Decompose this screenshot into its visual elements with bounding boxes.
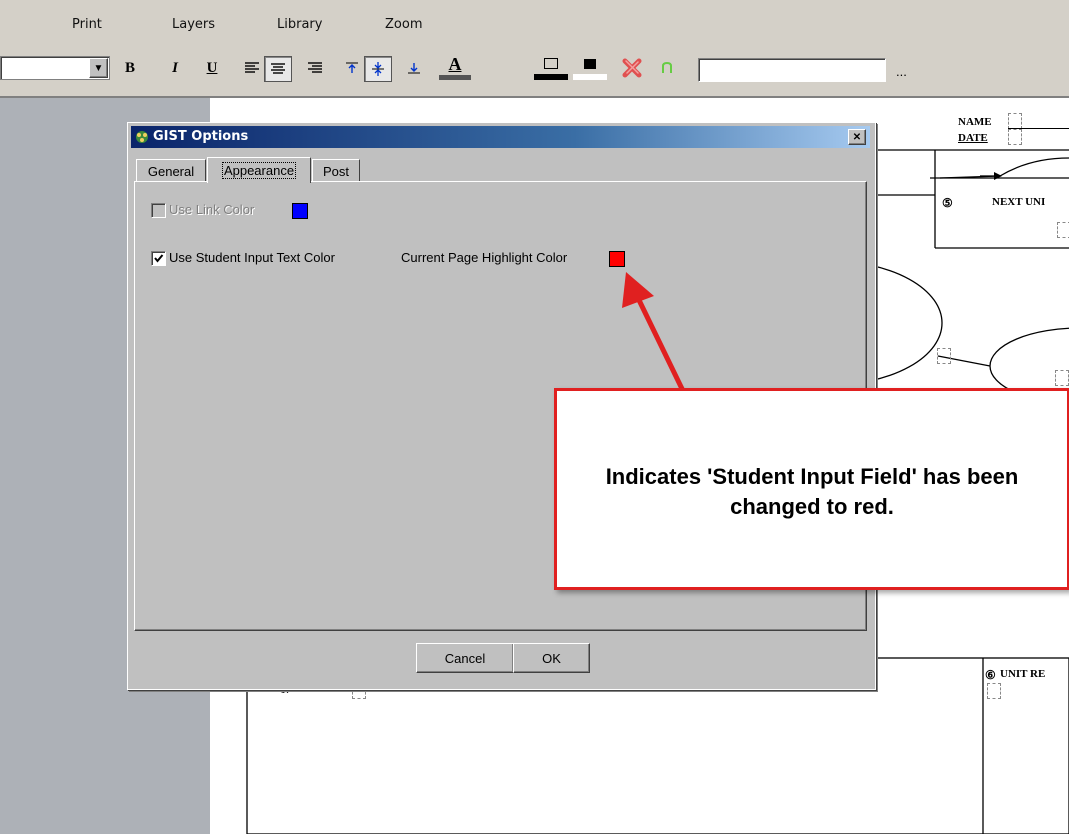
tab-appearance[interactable]: Appearance (207, 157, 311, 183)
dialog-title: GIST Options (153, 129, 249, 144)
delete-icon[interactable] (618, 56, 646, 80)
more-button[interactable]: ... (896, 64, 907, 79)
tab-general[interactable]: General (136, 159, 206, 182)
border-icon (544, 58, 558, 70)
current-page-highlight-label: Current Page Highlight Color (401, 250, 568, 265)
align-left-icon[interactable] (240, 56, 264, 80)
bold-button[interactable]: B (118, 56, 142, 80)
align-top-icon[interactable] (340, 56, 364, 80)
link-color-swatch[interactable] (292, 203, 308, 219)
callout-arrow (622, 272, 688, 397)
formatting-toolbar: ▼ B I U A ... (0, 44, 1069, 98)
unit-re-label: UNIT RE (1000, 668, 1046, 680)
callout-text: Indicates 'Student Input Field' has been… (605, 464, 1019, 519)
concept-input-field-1[interactable] (937, 348, 951, 364)
tab-post[interactable]: Post (312, 159, 360, 182)
border-color-button[interactable] (533, 56, 569, 80)
align-center-icon[interactable] (264, 56, 292, 82)
font-color-label: A (448, 54, 462, 74)
border-color-swatch (534, 74, 568, 80)
menu-print[interactable]: Print (72, 17, 102, 32)
link-icon[interactable] (655, 56, 679, 80)
step-five-marker: ⑤ (942, 196, 953, 210)
step-six-marker: ⑥ (985, 668, 996, 682)
align-middle-icon[interactable] (364, 56, 392, 82)
use-student-input-color-checkbox[interactable] (151, 251, 166, 266)
fill-color-button[interactable] (572, 56, 608, 80)
use-link-color-checkbox[interactable] (151, 203, 166, 218)
menu-bar: Print Layers Library Zoom (0, 0, 1069, 44)
underline-button[interactable]: U (200, 56, 224, 80)
fill-color-swatch (573, 73, 607, 80)
toolbar-text-input[interactable] (698, 58, 886, 82)
use-link-color-label: Use Link Color (169, 202, 255, 217)
unit-re-input-field[interactable] (987, 683, 1001, 699)
ok-button[interactable]: OK (513, 643, 590, 673)
align-bottom-icon[interactable] (402, 56, 426, 80)
align-right-icon[interactable] (303, 56, 327, 80)
tab-appearance-label: Appearance (221, 162, 297, 179)
menu-layers[interactable]: Layers (172, 17, 215, 32)
font-color-swatch (439, 75, 471, 80)
font-color-button[interactable]: A (438, 54, 472, 80)
use-student-input-color-label: Use Student Input Text Color (169, 250, 335, 265)
concept-input-field-2[interactable] (1055, 370, 1069, 386)
menu-zoom[interactable]: Zoom (385, 17, 422, 32)
callout-box: Indicates 'Student Input Field' has been… (554, 388, 1069, 590)
next-unit-label: NEXT UNI (992, 196, 1046, 208)
highlight-color-swatch[interactable] (609, 251, 625, 267)
font-size-select[interactable]: ▼ (0, 56, 110, 80)
dialog-title-bar[interactable]: GIST Options ✕ (131, 126, 870, 148)
close-button[interactable]: ✕ (848, 129, 866, 145)
next-unit-input-field[interactable] (1057, 222, 1069, 238)
gist-app-icon (134, 129, 150, 145)
italic-button[interactable]: I (163, 56, 187, 80)
cancel-button[interactable]: Cancel (416, 643, 514, 673)
fill-icon (584, 58, 596, 69)
chevron-down-icon[interactable]: ▼ (89, 58, 108, 78)
menu-library[interactable]: Library (277, 17, 322, 32)
